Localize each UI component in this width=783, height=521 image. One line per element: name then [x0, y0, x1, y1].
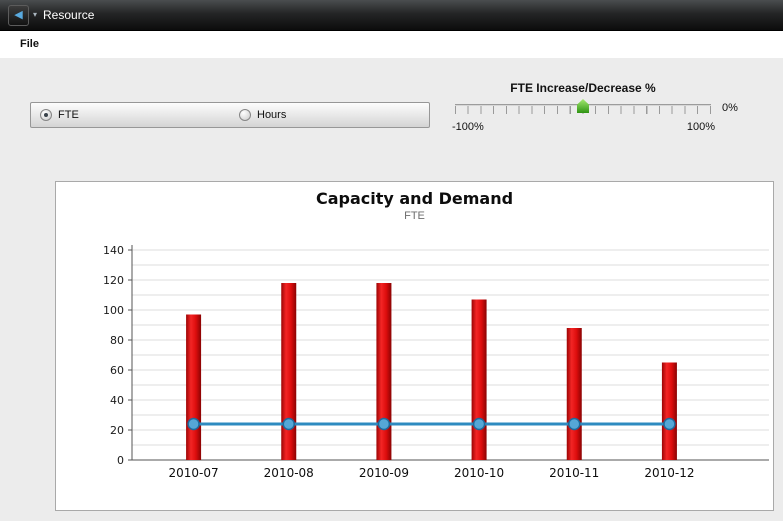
back-button[interactable]: ◀	[8, 5, 29, 26]
slider-min-label: -100%	[452, 121, 484, 133]
radio-option-hours[interactable]: Hours	[230, 103, 429, 127]
svg-text:2010-11: 2010-11	[549, 466, 599, 480]
svg-text:2010-08: 2010-08	[263, 466, 313, 480]
svg-text:2010-09: 2010-09	[358, 466, 408, 480]
svg-text:120: 120	[103, 274, 124, 287]
radio-label-hours: Hours	[257, 109, 286, 121]
app-window: ◀ ▾ Resource File FTE Hours FTE Increase…	[0, 0, 783, 521]
svg-text:60: 60	[110, 364, 124, 377]
radio-label-fte: FTE	[58, 109, 79, 121]
title-bar: ◀ ▾ Resource	[0, 0, 783, 31]
window-title: Resource	[43, 8, 94, 22]
svg-text:2010-10: 2010-10	[454, 466, 504, 480]
capacity-demand-chart: 0 20 40 60 80 100 120 140 2010-07 2010-08 2010-09 2…	[57, 231, 773, 483]
svg-text:140: 140	[103, 244, 124, 257]
content-area: FTE Hours FTE Increase/Decrease % 0% -10…	[0, 58, 783, 521]
radio-option-fte[interactable]: FTE	[31, 103, 230, 127]
chart-title: Capacity and Demand	[56, 189, 773, 208]
fte-slider[interactable]	[455, 99, 711, 116]
back-arrow-icon: ◀	[14, 10, 22, 21]
svg-text:2010-07: 2010-07	[168, 466, 218, 480]
slider-max-label: 100%	[687, 121, 715, 133]
svg-text:40: 40	[110, 394, 124, 407]
slider-label: FTE Increase/Decrease %	[448, 81, 718, 95]
chevron-down-icon[interactable]: ▾	[33, 11, 37, 19]
svg-text:80: 80	[110, 334, 124, 347]
unit-radio-group: FTE Hours	[30, 102, 430, 128]
slider-value: 0%	[722, 102, 738, 114]
radio-icon-fte	[40, 109, 52, 121]
svg-text:100: 100	[103, 304, 124, 317]
svg-text:0: 0	[117, 454, 124, 467]
slider-thumb[interactable]	[577, 99, 589, 113]
svg-text:20: 20	[110, 424, 124, 437]
radio-icon-hours	[239, 109, 251, 121]
menu-file[interactable]: File	[20, 38, 39, 50]
svg-text:2010-12: 2010-12	[644, 466, 694, 480]
chart-panel: Capacity and Demand FTE 0 20 40 60 80 100 120 1…	[55, 181, 774, 511]
slider-minmax: -100% 100%	[452, 121, 715, 133]
menu-bar: File	[0, 31, 783, 58]
chart-subtitle: FTE	[56, 210, 773, 222]
